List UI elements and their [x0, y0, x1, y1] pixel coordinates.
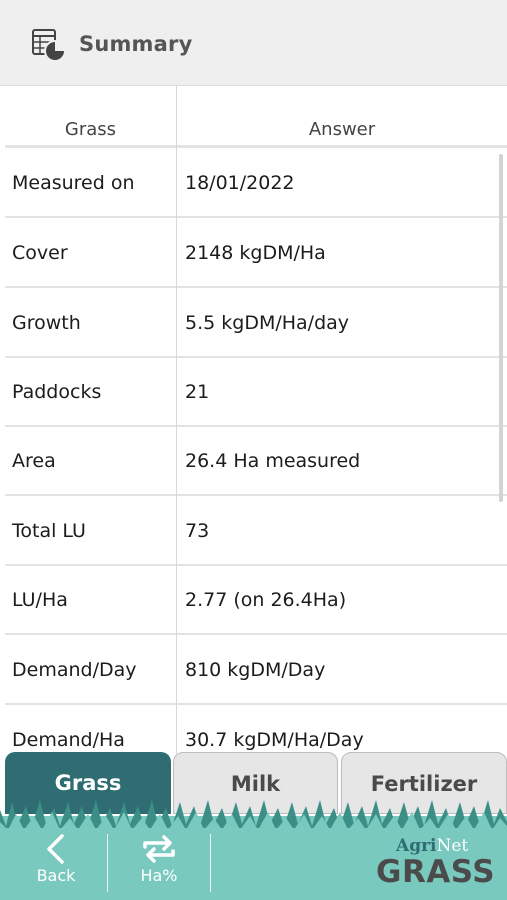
row-label: Paddocks	[12, 381, 102, 403]
table-row: Demand/Ha 30.7 kgDM/Ha/Day	[5, 705, 507, 754]
logo-agrinet: AgriNet	[396, 836, 468, 856]
row-label: LU/Ha	[12, 589, 68, 611]
row-value: 810 kgDM/Day	[185, 659, 326, 681]
row-value: 26.4 Ha measured	[185, 450, 361, 472]
row-label: Demand/Ha	[12, 729, 125, 751]
row-value: 18/01/2022	[185, 172, 295, 194]
table-row: Demand/Day 810 kgDM/Day	[5, 635, 507, 705]
logo-agri-text: Agri	[396, 836, 437, 856]
table-row: Measured on 18/01/2022	[5, 148, 507, 218]
row-label: Growth	[12, 312, 81, 334]
footer-divider	[210, 834, 211, 892]
row-label: Measured on	[12, 172, 135, 194]
back-button[interactable]: Back	[6, 828, 106, 900]
row-value: 21	[185, 381, 210, 403]
table-row: Growth 5.5 kgDM/Ha/day	[5, 288, 507, 358]
column-header-grass: Grass	[64, 119, 117, 140]
row-value: 30.7 kgDM/Ha/Day	[185, 729, 364, 751]
page-title: Summary	[79, 32, 193, 56]
table-scrollbar[interactable]	[499, 154, 503, 502]
row-value: 2148 kgDM/Ha	[185, 242, 326, 264]
ha-percent-button[interactable]: Ha%	[108, 828, 210, 900]
row-label: Area	[12, 450, 56, 472]
chevron-left-icon	[47, 834, 64, 864]
row-label: Cover	[12, 242, 68, 264]
table-row: LU/Ha 2.77 (on 26.4Ha)	[5, 565, 507, 635]
column-header-answer: Answer	[308, 119, 376, 140]
logo-net-text: Net	[436, 836, 469, 856]
row-label: Total LU	[12, 520, 86, 542]
table-row: Paddocks 21	[5, 357, 507, 427]
ha-percent-label: Ha%	[140, 866, 178, 885]
table-row: Area 26.4 Ha measured	[5, 426, 507, 496]
summary-header: Summary	[0, 0, 507, 86]
swap-arrows-icon	[143, 835, 175, 863]
column-divider	[176, 86, 177, 754]
row-value: 73	[185, 520, 210, 542]
logo-grass-text: GRASS	[376, 854, 496, 890]
row-value: 5.5 kgDM/Ha/day	[185, 312, 350, 334]
agrinet-grass-logo: AgriNet GRASS	[374, 832, 496, 892]
summary-table: Grass Answer Measured on 18/01/2022 Cove…	[5, 86, 507, 754]
row-label: Demand/Day	[12, 659, 137, 681]
table-row: Total LU 73	[5, 496, 507, 566]
back-label: Back	[36, 866, 76, 885]
grass-decoration	[0, 800, 507, 832]
table-row: Cover 2148 kgDM/Ha	[5, 218, 507, 288]
table-header: Grass Answer	[5, 86, 507, 148]
table-pie-icon	[32, 29, 66, 62]
row-value: 2.77 (on 26.4Ha)	[185, 589, 347, 611]
